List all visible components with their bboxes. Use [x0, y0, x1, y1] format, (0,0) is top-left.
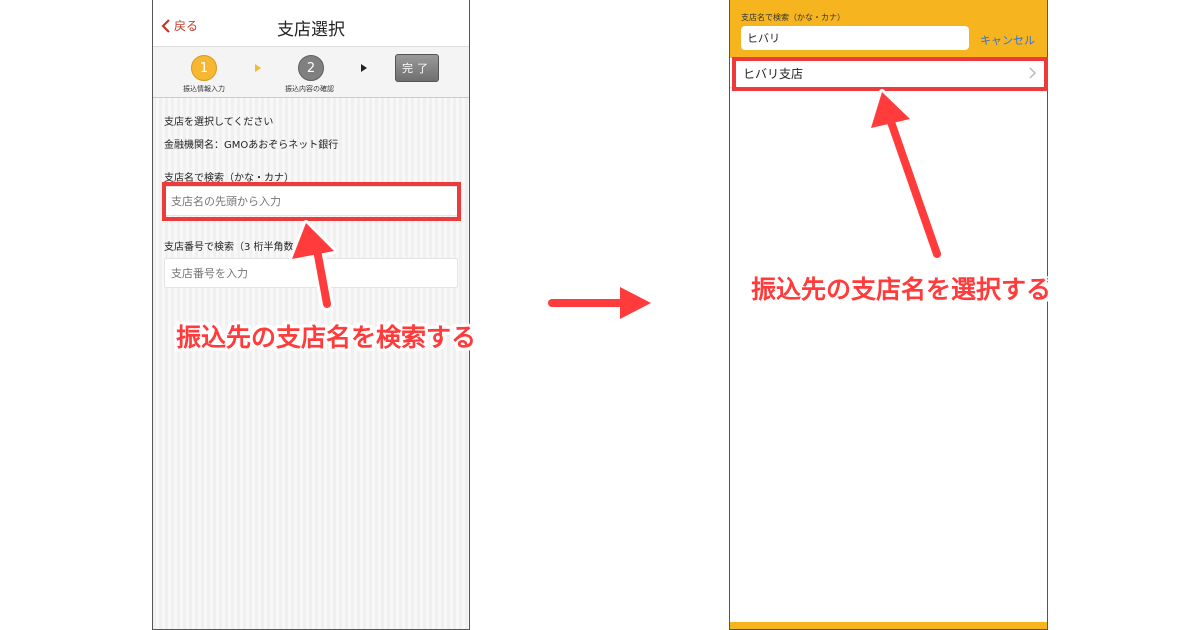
navigation-bar: 戻る 支店選択: [153, 0, 469, 46]
page-title: 支店選択: [277, 20, 345, 40]
step-arrow-icon: [361, 64, 367, 72]
branch-search-results-screen: 支店名で検索（かな・カナ） キャンセル ヒバリ支店: [729, 0, 1048, 630]
branch-number-search-label: 支店番号で検索（3 桁半角数: [164, 242, 294, 253]
highlight-box: [162, 182, 461, 221]
step-1-indicator: 1: [191, 55, 217, 81]
branch-search-form: 支店を選択してください 金融機関名：GMOあおぞらネット銀行 支店名で検索（かな…: [153, 98, 469, 629]
progress-steps: 1 振込情報入力 2 振込内容の確認 完了: [153, 46, 469, 98]
highlight-box: [732, 57, 1048, 91]
done-step-badge: 完了: [395, 54, 439, 82]
step-arrow-icon: [255, 64, 261, 72]
branch-select-screen: 戻る 支店選択 1 振込情報入力 2 振込内容の確認 完了 支店を選択してくださ…: [152, 0, 470, 630]
step-1-label: 振込情報入力: [183, 85, 225, 93]
annotation-search-text: 振込先の支店名を検索する: [176, 323, 477, 352]
annotation-select-text: 振込先の支店名を選択する: [751, 275, 1052, 304]
bottom-bar: [730, 622, 1047, 629]
step-2-label: 振込内容の確認: [285, 85, 334, 93]
search-label: 支店名で検索（かな・カナ）: [741, 13, 845, 22]
bank-name-text: 金融機関名：GMOあおぞらネット銀行: [164, 140, 339, 151]
search-header: 支店名で検索（かな・カナ） キャンセル: [730, 0, 1047, 58]
branch-number-search-input[interactable]: [164, 258, 458, 288]
branch-name-search-input[interactable]: [741, 26, 969, 50]
step-2-indicator: 2: [298, 55, 324, 81]
instruction-text: 支店を選択してください: [164, 117, 274, 128]
arrow-right-icon: [548, 287, 651, 319]
cancel-button[interactable]: キャンセル: [980, 32, 1035, 48]
